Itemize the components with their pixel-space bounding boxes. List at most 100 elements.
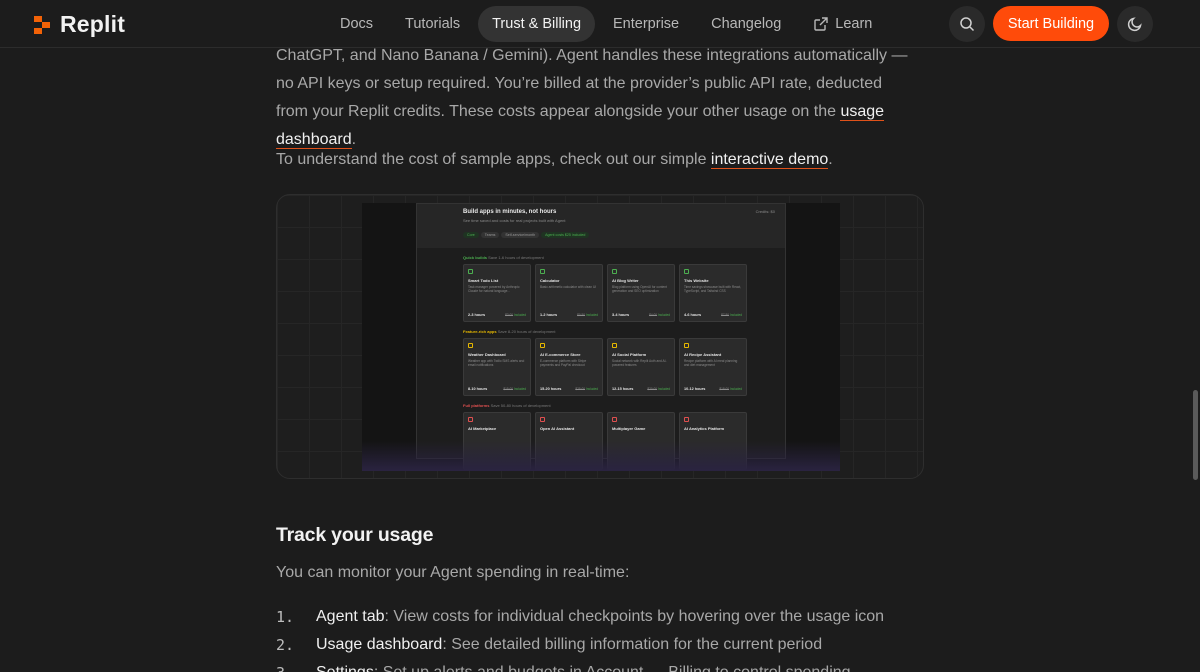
monitor-paragraph: You can monitor your Agent spending in r… xyxy=(276,564,630,581)
app-card-status: Included xyxy=(585,387,598,391)
app-card-time: 4-6 hours xyxy=(684,313,702,317)
app-card-cost: $25.00 xyxy=(575,387,586,391)
demo-app-card: AI Recipe Assistant Recipe platform with … xyxy=(679,338,747,396)
demo-section-title: Full platforms xyxy=(463,403,490,408)
replit-logo[interactable]: Replit xyxy=(34,11,125,38)
top-navigation-bar: Replit Docs Tutorials Trust & Billing En… xyxy=(0,0,1200,48)
demo-section-label: Full platforms Save 50-80 hours of devel… xyxy=(463,403,785,408)
app-card-icon xyxy=(468,343,473,348)
app-card-name: AI Social Platform xyxy=(612,352,647,357)
app-card-description: Blog platform using OpenAI for content g… xyxy=(612,285,667,293)
demo-app-card: AI Social Platform Social network with Re… xyxy=(607,338,675,396)
app-card-time: 15-20 hours xyxy=(540,387,562,391)
list-item-text: : Set up alerts and budgets in Account →… xyxy=(374,664,851,672)
search-button[interactable] xyxy=(949,6,985,42)
list-item: 3. Settings: Set up alerts and budgets i… xyxy=(276,659,916,672)
theme-toggle-button[interactable] xyxy=(1117,6,1153,42)
app-card-icon xyxy=(684,343,689,348)
app-card-icon xyxy=(612,269,617,274)
demo-app-card: AI E-commerce Store E-commerce platform w… xyxy=(535,338,603,396)
list-item: 1. Agent tab: View costs for individual … xyxy=(276,603,916,631)
list-number: 1. xyxy=(276,608,295,626)
start-building-button[interactable]: Start Building xyxy=(993,6,1109,41)
app-card-meta: 2-3 hours $3.00 Included xyxy=(468,313,526,317)
video-glow xyxy=(362,441,840,471)
demo-section-title: Feature-rich apps xyxy=(463,329,497,334)
app-card-status: Included xyxy=(729,387,742,391)
app-card-icon xyxy=(468,269,473,274)
demo-sections: Quick builds Save 1-6 hours of developme… xyxy=(417,255,785,470)
demo-card-row: Smart Todo List Task manager powered by A… xyxy=(463,264,785,322)
app-card-meta: 1-2 hours $0.50 Included xyxy=(540,313,598,317)
demo-app-card: AI Blog Writer Blog platform using OpenAI… xyxy=(607,264,675,322)
app-card-name: AI Blog Writer xyxy=(612,278,639,283)
demo-section-title: Quick builds xyxy=(463,255,488,260)
app-card-icon xyxy=(612,417,617,422)
app-card-icon xyxy=(684,269,689,274)
section-heading: Track your usage xyxy=(276,524,434,546)
nav-learn[interactable]: Learn xyxy=(799,6,886,42)
app-card-time: 3-4 hours xyxy=(612,313,630,317)
app-card-name: Calculator xyxy=(540,278,560,283)
app-card-name: Multiplayer Game xyxy=(612,426,646,431)
list-item: 2. Usage dashboard: See detailed billing… xyxy=(276,631,916,659)
external-link-icon xyxy=(814,17,828,31)
app-card-cost: $18.00 xyxy=(719,387,730,391)
demo-section-note: Save 8-20 hours of development xyxy=(496,329,556,334)
demo-video[interactable]: Build apps in minutes, not hours See tim… xyxy=(362,203,840,471)
nav-tutorials[interactable]: Tutorials xyxy=(391,6,474,42)
list-item-title: Usage dashboard xyxy=(316,636,443,653)
demo-pill: Agent costs $25 included xyxy=(541,232,590,238)
demo-app-card: Weather Dashboard Weather app with Twilio… xyxy=(463,338,531,396)
demo-app-card: This Website Time savings showcase built … xyxy=(679,264,747,322)
app-card-meta: 3-4 hours $4.00 Included xyxy=(612,313,670,317)
app-card-name: This Website xyxy=(684,278,709,283)
demo-section-label: Feature-rich apps Save 8-20 hours of dev… xyxy=(463,329,785,334)
app-card-meta: 12-15 hours $20.00 Included xyxy=(612,387,670,391)
nav-changelog[interactable]: Changelog xyxy=(697,6,795,42)
replit-logo-icon xyxy=(34,15,50,34)
app-card-icon xyxy=(540,417,545,422)
scrollbar-thumb[interactable] xyxy=(1193,390,1198,480)
app-card-cost: $0.50 xyxy=(577,313,586,317)
demo-pill: Self-service/month xyxy=(501,232,540,238)
demo-section-note: Save 1-6 hours of development xyxy=(487,255,544,260)
app-card-icon xyxy=(684,417,689,422)
app-card-status: Included xyxy=(585,313,598,317)
nav-docs[interactable]: Docs xyxy=(326,6,387,42)
demo-section-note: Save 50-80 hours of development xyxy=(489,403,551,408)
app-card-cost: $4.00 xyxy=(649,313,658,317)
app-card-cost: $15.00 xyxy=(503,387,514,391)
nav-learn-label: Learn xyxy=(835,16,873,32)
demo-section-label: Quick builds Save 1-6 hours of developme… xyxy=(463,255,785,260)
nav-enterprise[interactable]: Enterprise xyxy=(599,6,693,42)
app-card-name: Smart Todo List xyxy=(468,278,499,283)
list-number: 2. xyxy=(276,636,295,654)
app-card-meta: 4-6 hours $7.50 Included xyxy=(684,313,742,317)
app-card-status: Included xyxy=(513,313,526,317)
app-card-description: Recipe platform with AI meal planning an… xyxy=(684,359,738,367)
app-card-time: 12-15 hours xyxy=(612,387,634,391)
app-card-status: Included xyxy=(729,313,742,317)
demo-app-header: Build apps in minutes, not hours See tim… xyxy=(417,204,785,248)
list-item-text: : See detailed billing information for t… xyxy=(442,636,823,653)
app-card-name: AI Recipe Assistant xyxy=(684,352,722,357)
app-card-meta: 8-10 hours $15.00 Included xyxy=(468,387,526,391)
list-item-text: : View costs for individual checkpoints … xyxy=(384,608,885,625)
search-icon xyxy=(960,17,975,32)
nav-trust-billing[interactable]: Trust & Billing xyxy=(478,6,596,42)
app-card-name: Weather Dashboard xyxy=(468,352,506,357)
demo-pill: Core xyxy=(463,232,479,238)
demo-video-frame: Build apps in minutes, not hours See tim… xyxy=(276,194,924,479)
app-card-description: E-commerce platform with Stripe payments… xyxy=(540,359,587,367)
demo-app-card: Smart Todo List Task manager powered by A… xyxy=(463,264,531,322)
interactive-demo-link[interactable]: interactive demo xyxy=(710,151,829,169)
app-card-description: Time savings showcase built with React, … xyxy=(684,285,742,293)
demo-pill: Teams xyxy=(480,232,500,238)
app-card-description: Weather app with Twilio SMS alerts and e… xyxy=(468,359,525,367)
demo-app-screenshot: Build apps in minutes, not hours See tim… xyxy=(416,203,786,470)
app-card-time: 8-10 hours xyxy=(468,387,488,391)
list-item-title: Agent tab xyxy=(316,608,385,625)
app-card-cost: $3.00 xyxy=(505,313,514,317)
list-item-title: Settings xyxy=(316,664,374,672)
